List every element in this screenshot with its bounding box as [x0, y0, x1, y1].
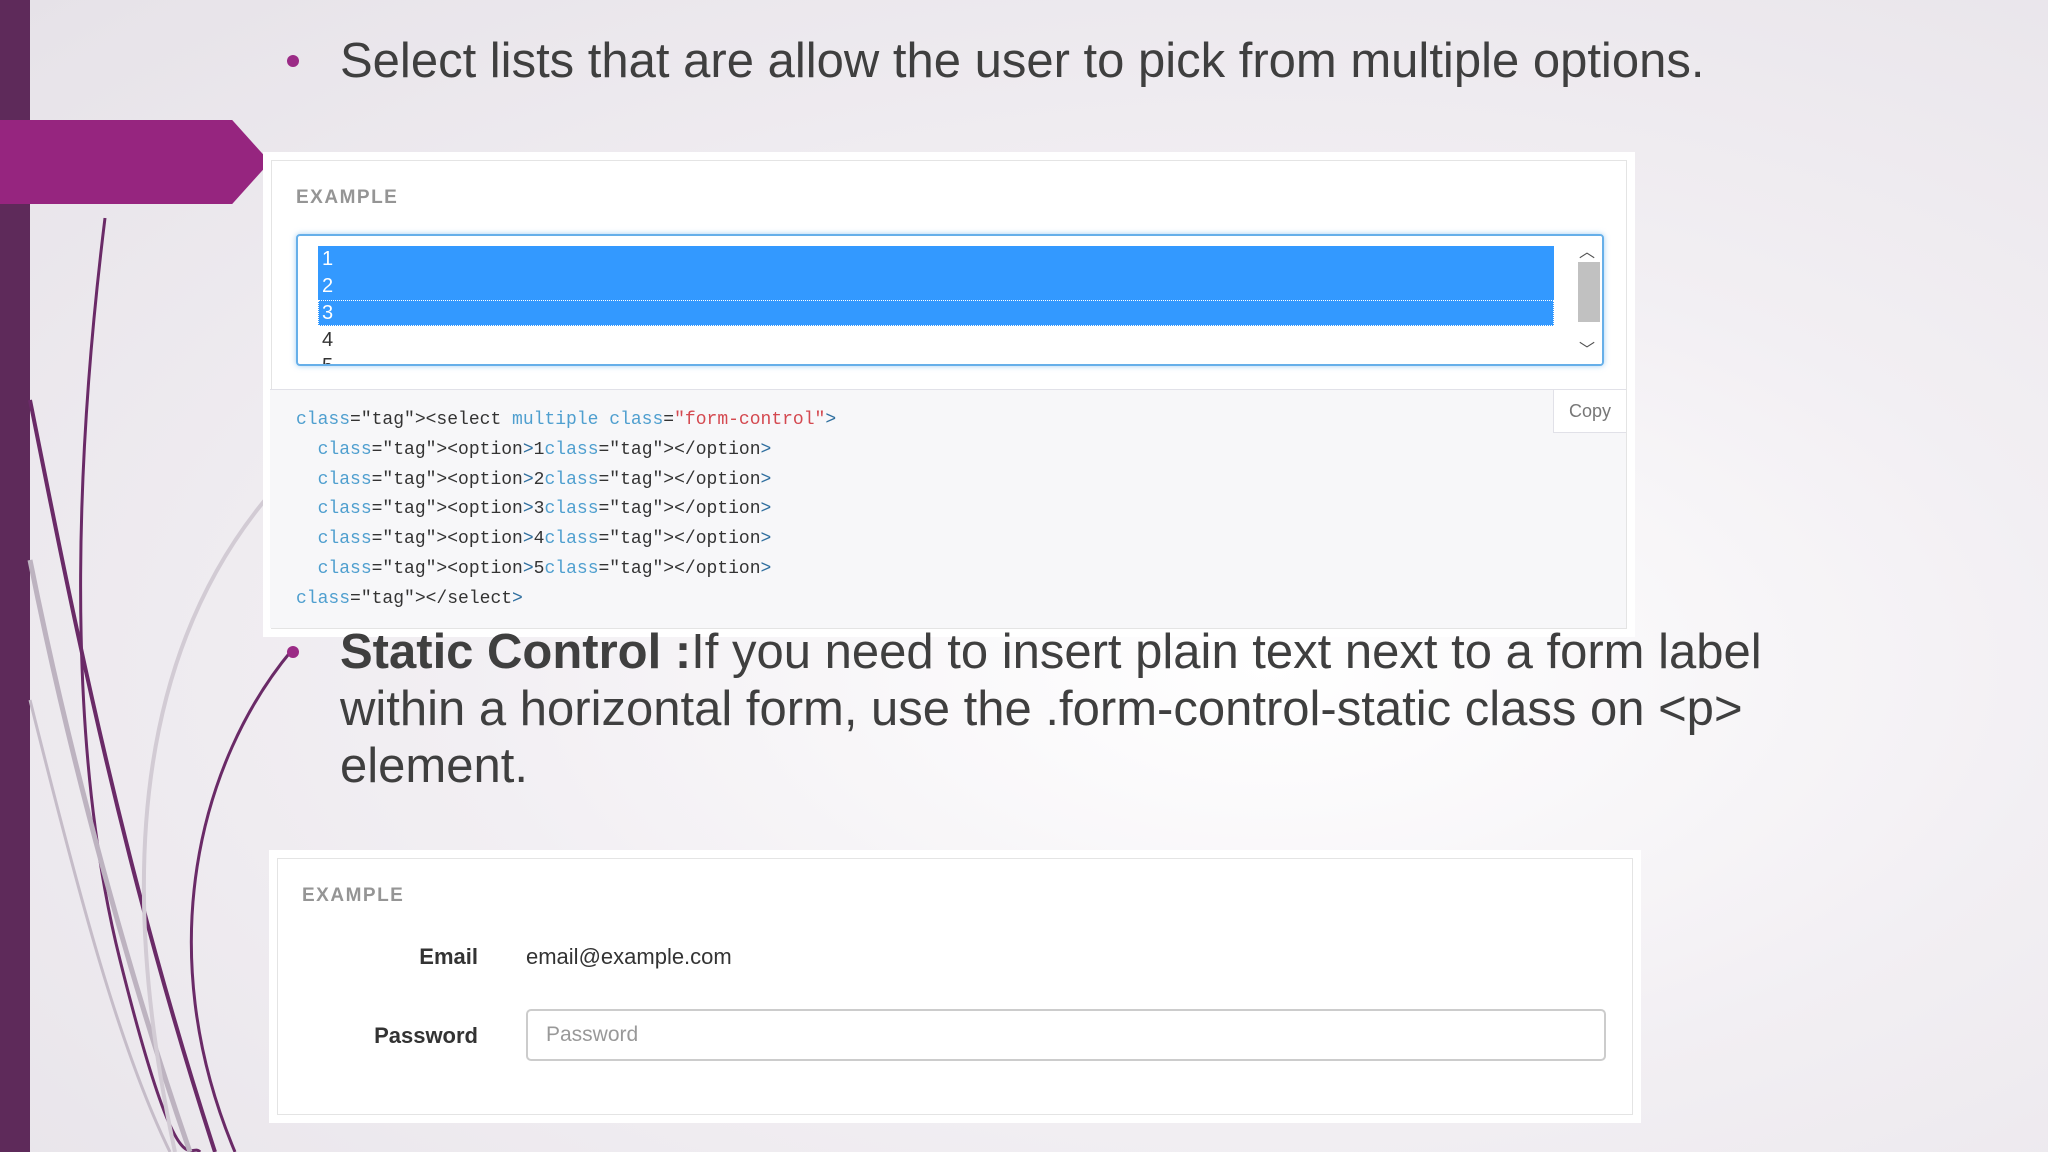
- select-option-3[interactable]: 3: [318, 300, 1554, 326]
- password-label: Password: [374, 1023, 478, 1048]
- code-line: class="tag"><option>4class="tag"></optio…: [317, 529, 772, 550]
- code-line: class="tag"><option>1class="tag"></optio…: [317, 439, 772, 460]
- example-label: EXAMPLE: [296, 187, 399, 208]
- copy-button[interactable]: Copy: [1553, 390, 1626, 433]
- email-label: Email: [419, 944, 478, 969]
- scroll-down-icon[interactable]: ﹀: [1579, 336, 1595, 360]
- multi-select-list[interactable]: 1 2 3 4 5 ︿ ﹀: [296, 234, 1604, 366]
- accent-arrow-shape: [0, 120, 270, 204]
- scrollbar-thumb[interactable]: [1578, 262, 1600, 322]
- code-line: class="tag"></select>: [296, 588, 523, 609]
- scroll-up-icon[interactable]: ︿: [1579, 238, 1595, 262]
- select-option-5[interactable]: 5: [318, 353, 1554, 364]
- password-input[interactable]: [526, 1009, 1606, 1061]
- code-listing: class="tag"><select multiple class="form…: [296, 406, 836, 615]
- select-option-1[interactable]: 1: [318, 246, 1554, 273]
- code-line: class="tag"><option>2class="tag"></optio…: [317, 469, 772, 490]
- example-label: EXAMPLE: [302, 885, 405, 906]
- bullet-dot: [287, 55, 299, 67]
- example-panel-static: EXAMPLE: [277, 858, 1633, 1115]
- static-control-heading: Static Control :: [340, 625, 692, 679]
- code-line: class="tag"><option>5class="tag"></optio…: [317, 558, 772, 579]
- bullet-dot: [287, 646, 299, 658]
- email-static-value: email@example.com: [526, 944, 732, 969]
- code-block: class="tag"><select multiple class="form…: [270, 389, 1626, 628]
- select-option-4[interactable]: 4: [318, 327, 1554, 354]
- code-line: class="tag"><select multiple class="form…: [296, 410, 837, 430]
- code-line: class="tag"><option>3class="tag"></optio…: [317, 499, 772, 520]
- select-scrollbar[interactable]: ︿ ﹀: [1572, 236, 1602, 364]
- bullet-text-static-control: Static Control :If you need to insert pl…: [340, 624, 1860, 795]
- select-option-2[interactable]: 2: [318, 273, 1554, 300]
- bullet-text-select-lists: Select lists that are allow the user to …: [340, 34, 1705, 88]
